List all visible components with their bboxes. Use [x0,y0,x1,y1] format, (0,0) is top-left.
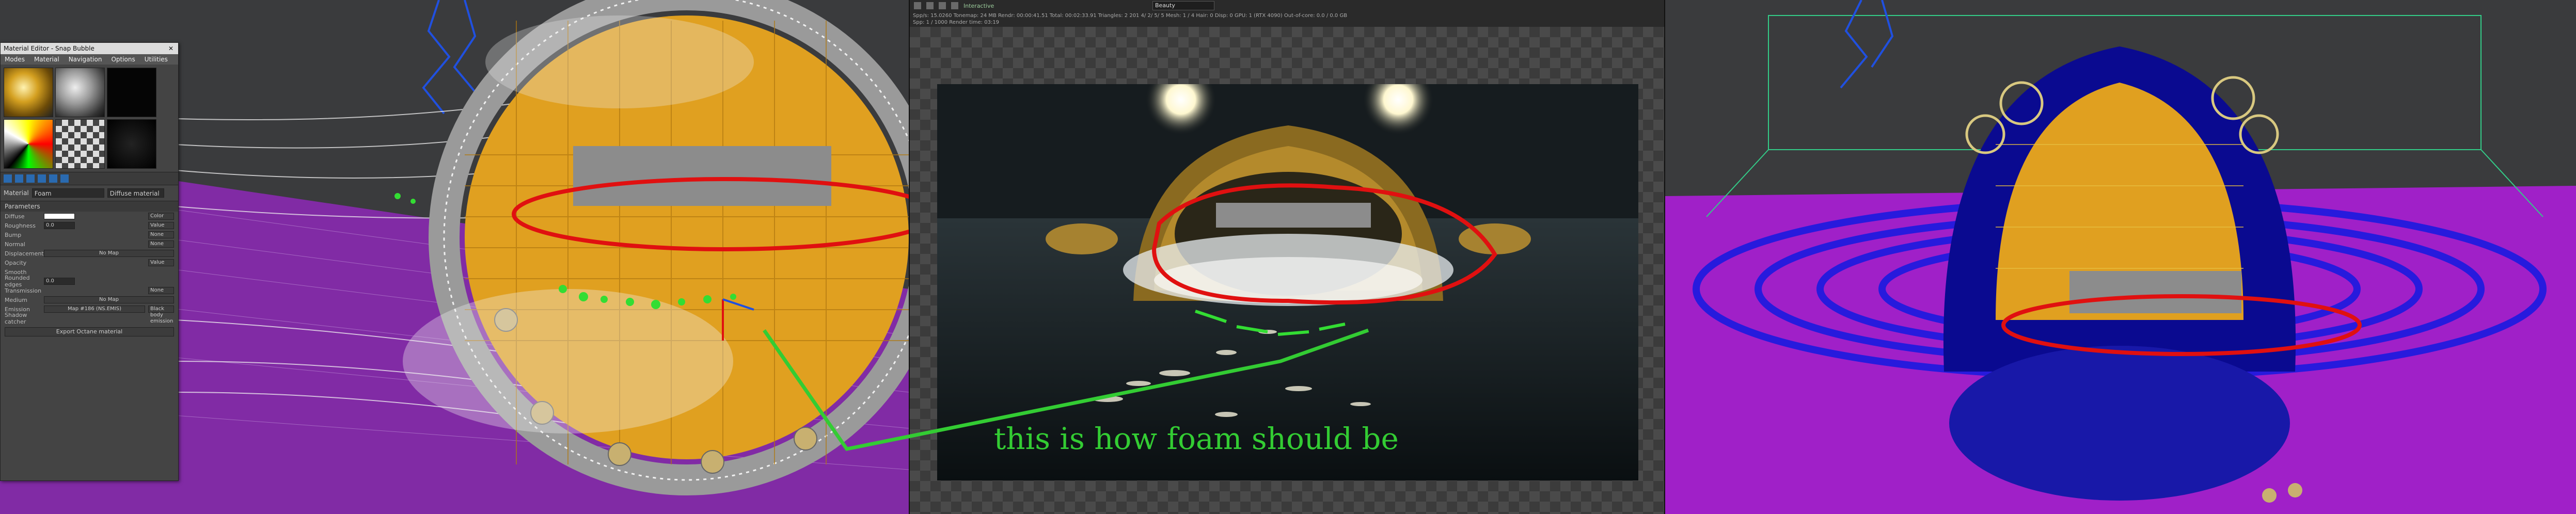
param-label: Medium [5,296,27,303]
param-row: Rounded edges 0.0 [1,275,178,288]
material-slot-checker[interactable] [55,119,105,169]
particle-scene [1665,0,2576,514]
redaction-box [1216,203,1371,228]
close-icon[interactable]: ✕ [167,45,175,52]
param-row: Opacity Value [1,258,178,267]
material-editor-window[interactable]: Material Editor - Snap Bubble ✕ Modes Ma… [0,42,179,481]
param-label: Opacity [5,259,27,266]
param-row: Medium No Map [1,295,178,304]
window-title: Material Editor - Snap Bubble [4,45,94,52]
render-statistics: Spp/s: 15.0260 Tonemap: 24 MB Rendr: 00:… [910,11,1664,27]
assign-material-icon[interactable] [15,174,23,183]
material-editor-menubar: Modes Material Navigation Options Utilit… [1,54,178,65]
param-row: Normal None [1,239,178,249]
copy-material-icon[interactable] [38,174,46,183]
material-slot-black[interactable] [107,68,156,117]
pick-material-icon[interactable] [4,174,12,183]
param-label: Roughness [5,222,36,229]
material-name-row: Material Foam Diffuse material [1,185,178,201]
parameters-section-header[interactable]: Parameters [1,201,178,212]
show-map-icon[interactable] [49,174,57,183]
menu-navigation[interactable]: Navigation [69,56,102,63]
material-slot-gold[interactable] [4,68,53,117]
go-parent-icon[interactable] [60,174,69,183]
play-icon[interactable] [951,2,958,9]
param-row: Displacement No Map [1,249,178,258]
material-editor-titlebar[interactable]: Material Editor - Snap Bubble ✕ [1,43,178,54]
param-type-dropdown[interactable]: Black body emission [148,306,174,324]
refresh-icon[interactable] [914,2,921,9]
param-map-button[interactable]: Map #186 (NS.EMIS) [44,306,145,313]
param-type-dropdown[interactable]: None [148,231,174,238]
material-name-field[interactable]: Foam [31,188,104,198]
render-toolbar: Interactive Beauty [910,0,1664,11]
param-value-field[interactable]: 0.0 [44,278,75,285]
param-type-dropdown[interactable]: None [148,240,174,248]
material-type-button[interactable]: Diffuse material [107,188,164,198]
menu-modes[interactable]: Modes [5,56,25,63]
param-value-field[interactable]: 0.0 [44,222,75,229]
material-label: Material [4,189,29,197]
render-stats-line-2: Spp: 1 / 1000 Render time: 03:19 [913,20,1000,25]
menu-options[interactable]: Options [111,56,135,63]
rendered-image [937,84,1638,480]
redaction-box [573,146,831,206]
param-type-dropdown[interactable]: Value [148,259,174,266]
param-label: Displacement [5,250,44,257]
param-label: Shadow catcher [5,312,27,325]
material-slots [1,65,178,172]
render-stats-line-1: Spp/s: 15.0260 Tonemap: 24 MB Rendr: 00:… [913,13,1348,19]
param-label: Diffuse [5,213,25,220]
material-slot-dark[interactable] [107,119,156,169]
param-label: Transmission [5,287,42,294]
param-row: Diffuse Color [1,212,178,221]
param-type-dropdown[interactable]: Color [148,213,174,220]
rendered-scene [937,84,1638,480]
render-viewer[interactable]: Interactive Beauty Spp/s: 15.0260 Tonema… [909,0,1665,514]
reset-material-icon[interactable] [26,174,35,183]
render-status: Interactive [963,2,994,9]
menu-utilities[interactable]: Utilities [145,56,168,63]
parameter-list: Diffuse Color Roughness 0.0 Value Bump None Nor… [1,212,178,325]
param-type-dropdown[interactable]: Value [148,222,174,229]
viewport-particles[interactable] [1665,0,2576,514]
param-label: Normal [5,240,25,248]
diffuse-color-swatch[interactable] [44,213,75,219]
param-row: Roughness 0.0 Value [1,221,178,230]
viewport-wireframe[interactable]: Material Editor - Snap Bubble ✕ Modes Ma… [0,0,909,514]
param-type-dropdown[interactable]: None [148,287,174,294]
export-octane-button[interactable]: Export Octane material [5,327,174,336]
stop-icon[interactable] [926,2,934,9]
param-label: Rounded edges [5,275,30,288]
param-map-button[interactable]: No Map [44,296,174,303]
material-slot-grey[interactable] [55,68,105,117]
material-toolbar [1,172,178,185]
pause-icon[interactable] [939,2,946,9]
param-row: Bump None [1,230,178,239]
param-label: Bump [5,231,22,238]
redaction-box [2069,271,2241,313]
menu-material[interactable]: Material [34,56,59,63]
param-row: Transmission None [1,286,178,295]
param-map-button[interactable]: No Map [44,250,174,257]
material-slot-color[interactable] [4,119,53,169]
render-pass-select[interactable]: Beauty [1152,1,1214,10]
